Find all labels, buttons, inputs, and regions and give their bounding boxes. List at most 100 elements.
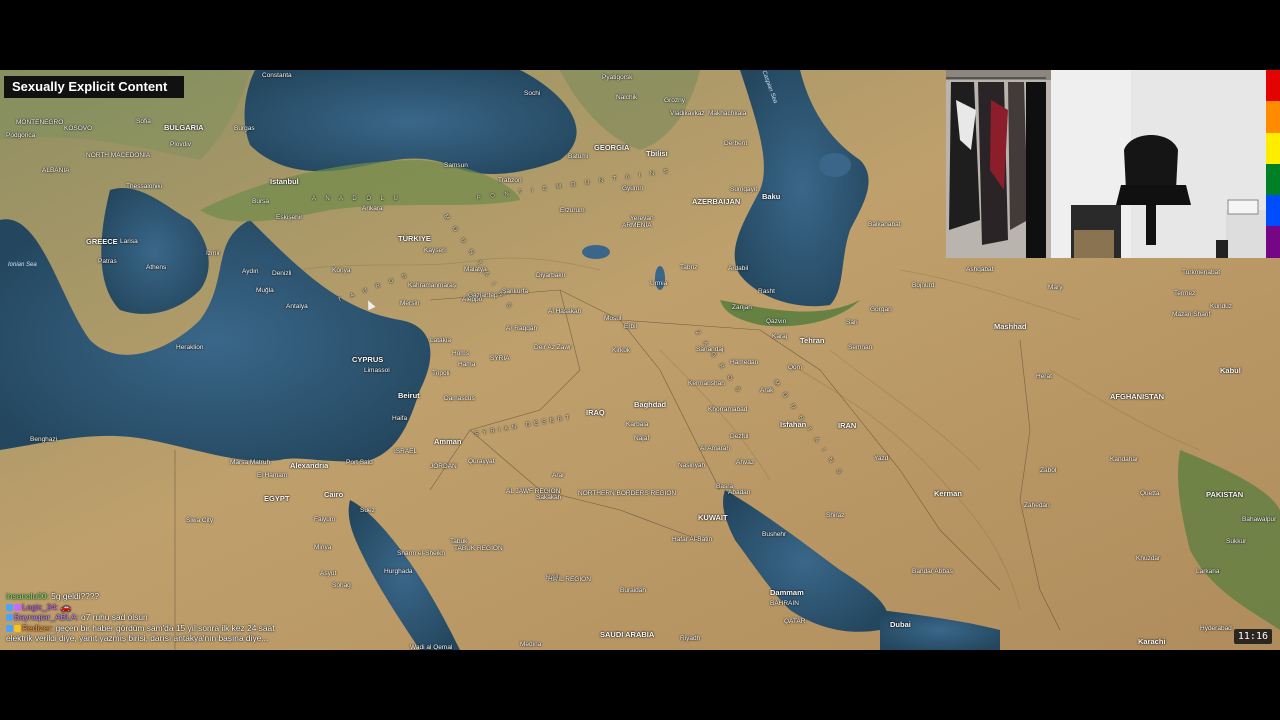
map-label: Mashhad <box>994 322 1027 331</box>
map-label: Bursa <box>252 198 269 205</box>
map-label: Khuzdar <box>1136 555 1161 562</box>
map-label: Ahvaz <box>736 459 755 466</box>
map-label: Haifa <box>392 415 408 422</box>
map-label: ARMENIA <box>622 222 652 229</box>
map-label: Sharm el-Sheikh <box>397 550 446 557</box>
map-label: Erzurum <box>560 207 585 214</box>
map-label: Konya <box>332 267 351 274</box>
map-label: MONTENEGRO <box>16 119 64 126</box>
chat-message: insanolu00: 5g geldi???? <box>6 591 296 602</box>
map-label: Ardabil <box>728 265 749 272</box>
map-label: Kayseri <box>424 247 446 254</box>
map-label: Qazvin <box>766 318 787 325</box>
map-label: BAHRAIN <box>770 600 799 607</box>
map-label: Kermanshah <box>688 380 725 387</box>
map-label: Samsun <box>444 162 468 169</box>
map-label: BULGARIA <box>164 123 204 132</box>
content-warning-banner: Sexually Explicit Content <box>4 76 184 98</box>
map-label: Arak <box>760 387 774 394</box>
webcam-overlay <box>946 70 1266 258</box>
chat-username: Redizer: <box>22 622 54 633</box>
map-label: Podgorica <box>6 132 36 139</box>
chat-username: Bayraqtar_ABLA: <box>14 612 79 623</box>
map-label: Benghazi <box>30 436 58 443</box>
chat-text: o7 ruhu şad olsun <box>78 612 148 623</box>
map-label: Derbent <box>724 140 748 147</box>
map-label: Aydın <box>242 268 259 275</box>
map-label: Dezful <box>730 433 749 440</box>
map-label: Antalya <box>286 303 308 310</box>
map-label: Suez <box>360 507 375 514</box>
map-label: Denizli <box>272 270 292 277</box>
map-label: GEORGIA <box>594 143 630 152</box>
map-label: Shiraz <box>826 512 845 519</box>
map-label: Abadan <box>728 489 751 496</box>
map-label: Deir Az Zawr <box>534 344 572 351</box>
map-label: IRAN <box>838 421 857 430</box>
map-label: Limassol <box>364 367 390 374</box>
map-label: Larisa <box>120 238 138 245</box>
map-label: Hamedan <box>730 359 759 366</box>
map-label: Al Hasakah <box>548 308 582 315</box>
chat-overlay: insanolu00: 5g geldi???? Logic_34: 🚗 Bayra… <box>6 591 296 644</box>
map-label: Karbala <box>626 421 649 428</box>
map-label: Medina <box>520 641 542 648</box>
map-label: A N A D O L U <box>312 196 402 202</box>
map-label: Al Amarah <box>700 445 730 452</box>
map-label: GREECE <box>86 237 118 246</box>
map-label: Constanta <box>262 72 292 79</box>
chat-text: 🚗 <box>58 601 72 612</box>
map-label: Dubai <box>890 620 911 629</box>
map-label: Marsa Matruh <box>230 459 271 466</box>
map-label: Qom <box>788 364 803 371</box>
map-label: Batumi <box>568 153 589 160</box>
map-label: EGYPT <box>264 494 290 503</box>
map-label: KUWAIT <box>698 513 728 522</box>
map-label: Eskişehir <box>276 214 303 221</box>
map-label: El Hamam <box>257 472 288 479</box>
map-label: Zanjan <box>732 304 752 311</box>
map-label: Cairo <box>324 490 344 499</box>
chat-username: Logic_34: <box>22 601 59 612</box>
map-label: Sakakah <box>536 494 562 501</box>
map-label: KOSOVO <box>64 125 93 132</box>
map-label: Sofia <box>136 118 151 125</box>
map-label: Sohag <box>332 582 351 589</box>
map-label: Gyumri <box>622 185 643 192</box>
map-label: Kunduz <box>1210 303 1233 310</box>
map-label: Semnan <box>848 344 873 351</box>
map-label: Ar Raqqah <box>506 325 538 332</box>
map-label: Pyatigorsk <box>602 74 633 81</box>
map-label: Ankara <box>362 205 383 212</box>
chat-message: Logic_34: 🚗 <box>6 602 296 613</box>
map-label: Yerevan <box>630 215 654 222</box>
map-label: Tbilisi <box>646 149 668 158</box>
chat-message: Redizer: geçen bir haber gördüm şam'da 1… <box>6 623 296 644</box>
map-label: Mazari Sharif <box>1172 311 1211 318</box>
map-label: NORTHERN BORDERS REGION <box>578 490 677 497</box>
map-label: Kandahar <box>1110 456 1139 463</box>
map-label: HA'IL REGION <box>548 576 591 583</box>
map-label: Faiyum <box>314 516 336 523</box>
map-label: Rasht <box>758 288 775 295</box>
map-label: Hama <box>458 361 476 368</box>
pride-flag-stripe <box>1266 101 1280 133</box>
map-label: ALBANIA <box>42 167 70 174</box>
map-label: Riyadh <box>680 635 701 642</box>
chat-message: Bayraqtar_ABLA: o7 ruhu şad olsun <box>6 612 296 623</box>
map-label: Sumgayit <box>730 186 758 193</box>
map-label: Quetta <box>1140 490 1160 497</box>
map-label: Gorgan <box>870 306 892 313</box>
map-label: PAKISTAN <box>1206 490 1244 499</box>
map-label: Yazd <box>874 455 889 462</box>
map-label: Karaj <box>772 333 788 340</box>
chat-text: 5g geldi???? <box>48 591 100 602</box>
map-label: SYRIA <box>490 355 510 362</box>
map-label: Tabuk <box>450 538 468 545</box>
map-label: Hurghada <box>384 568 413 575</box>
map-label: Plovdiv <box>170 141 191 148</box>
map-label: Muğla <box>256 287 274 294</box>
map-label: Amman <box>434 437 462 446</box>
map-label: Thessaloniki <box>126 183 163 190</box>
map-label: Sukkur <box>1226 538 1247 545</box>
